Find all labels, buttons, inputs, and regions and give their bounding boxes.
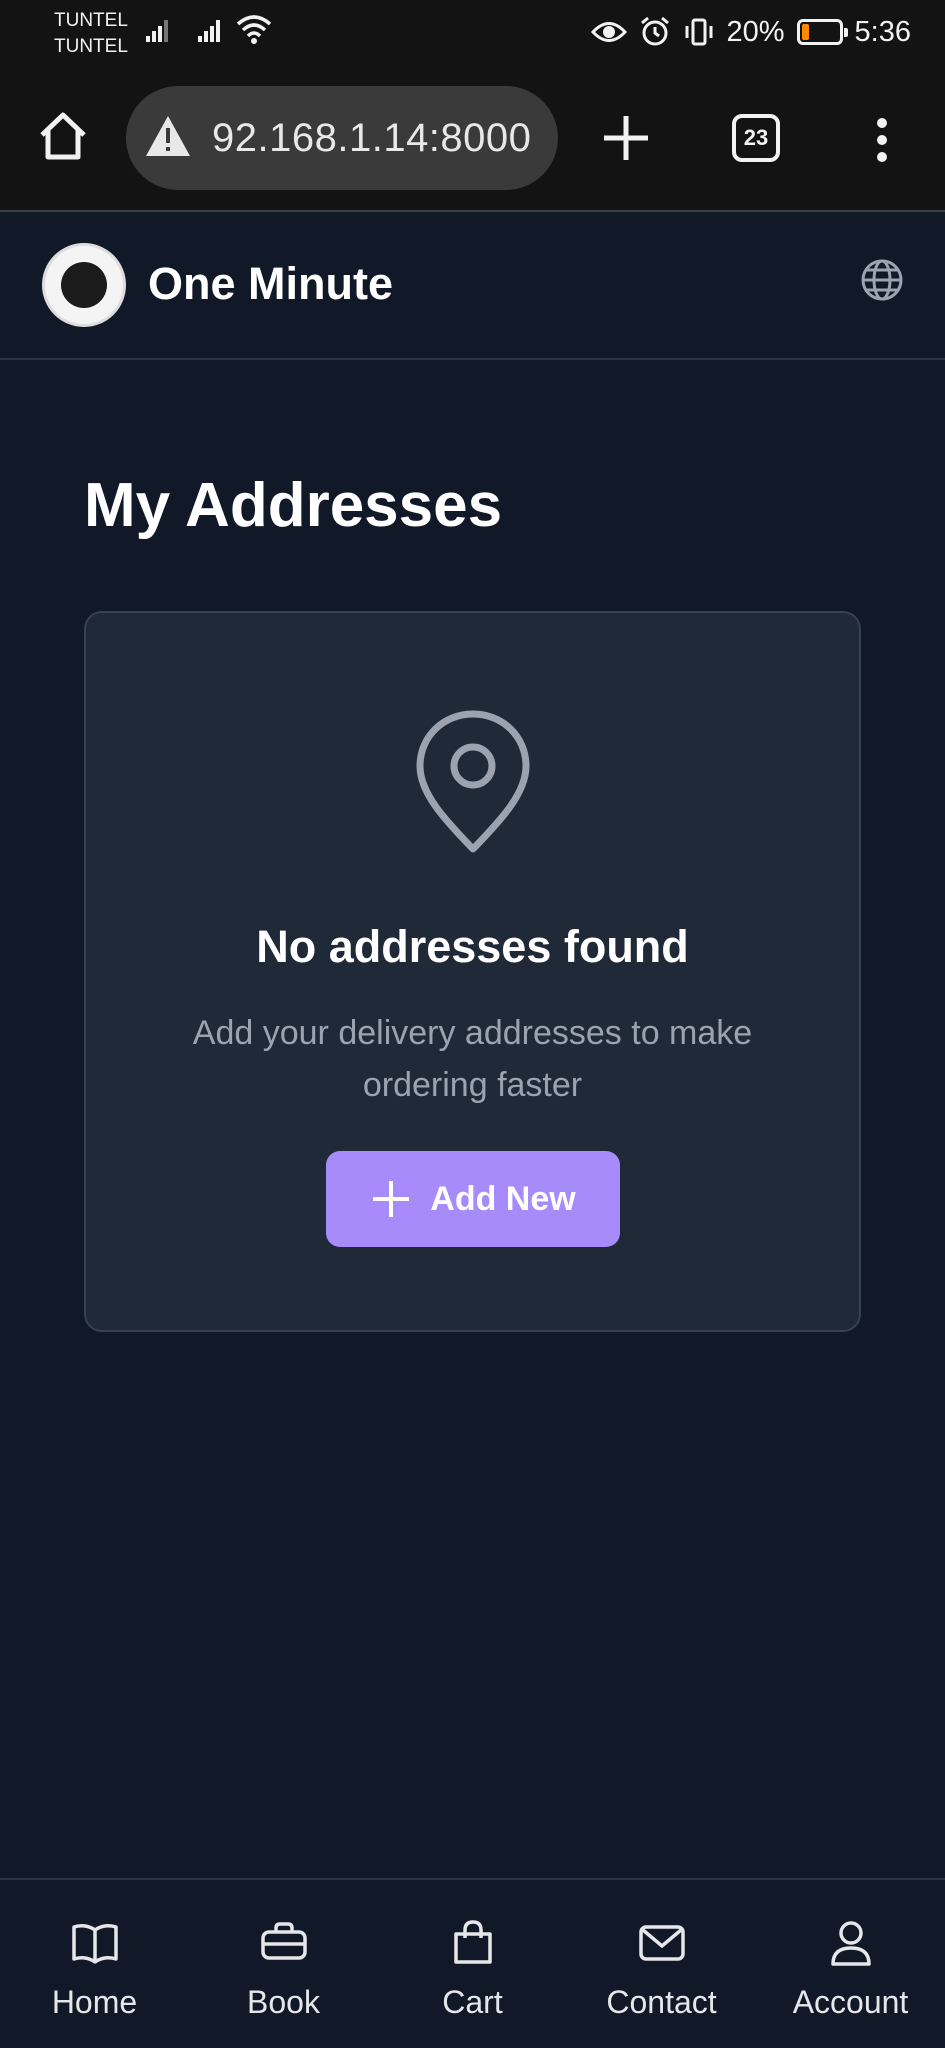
nav-item-account[interactable]: Account bbox=[756, 1880, 945, 2048]
battery-percent: 20% bbox=[726, 15, 785, 48]
nav-label: Contact bbox=[606, 1984, 717, 2020]
carrier-1: TUNTEL bbox=[54, 10, 128, 31]
alarm-icon bbox=[640, 16, 669, 46]
url-text[interactable]: 92.168.1.14:8000 bbox=[212, 116, 531, 161]
book-open-icon bbox=[71, 1924, 118, 1964]
plus-icon bbox=[373, 1181, 410, 1217]
page-title: My Addresses bbox=[84, 471, 503, 540]
more-menu-icon[interactable] bbox=[864, 112, 900, 168]
empty-state-subtitle: Add your delivery addresses to make orde… bbox=[192, 1014, 753, 1104]
nav-item-book[interactable]: Book bbox=[189, 1880, 378, 2048]
new-tab-icon[interactable] bbox=[598, 110, 654, 166]
browser-toolbar: 92.168.1.14:8000 23 bbox=[0, 66, 945, 212]
wifi-icon bbox=[236, 15, 272, 44]
briefcase-icon bbox=[260, 1922, 307, 1960]
globe-icon[interactable] bbox=[858, 256, 906, 304]
brand-logo[interactable] bbox=[42, 243, 126, 327]
nav-label: Book bbox=[247, 1984, 320, 2020]
nav-label: Cart bbox=[442, 1984, 503, 2020]
nav-label: Home bbox=[51, 1984, 138, 2020]
bottom-navigation: Home Book Cart Contact Account bbox=[0, 1878, 945, 2048]
app-header: One Minute bbox=[0, 212, 945, 360]
shopping-bag-icon bbox=[453, 1920, 492, 1964]
eye-icon bbox=[590, 22, 627, 42]
vibrate-icon bbox=[685, 18, 712, 46]
status-right: 20% 5:36 bbox=[590, 12, 911, 52]
user-icon bbox=[830, 1921, 871, 1966]
address-bar[interactable]: 92.168.1.14:8000 bbox=[126, 86, 558, 190]
nav-item-contact[interactable]: Contact bbox=[567, 1880, 756, 2048]
logo-emblem bbox=[61, 262, 107, 308]
nav-label: Account bbox=[792, 1984, 909, 2020]
signal-icon bbox=[198, 20, 220, 42]
empty-state-card: No addresses found Add your delivery add… bbox=[84, 611, 861, 1332]
battery-level bbox=[801, 24, 809, 40]
nav-item-cart[interactable]: Cart bbox=[378, 1880, 567, 2048]
carrier-2: TUNTEL bbox=[54, 36, 128, 57]
brand-name[interactable]: One Minute bbox=[148, 258, 393, 310]
warning-icon[interactable] bbox=[144, 114, 192, 158]
battery-icon bbox=[796, 19, 848, 45]
add-new-label: Add New bbox=[430, 1179, 576, 1218]
add-new-address-button[interactable]: Add New bbox=[326, 1151, 620, 1247]
status-bar: TUNTEL TUNTEL 20% 5:36 bbox=[0, 0, 945, 66]
tab-switcher-button[interactable]: 23 bbox=[732, 114, 780, 162]
clock: 5:36 bbox=[854, 15, 911, 48]
empty-state-title: No addresses found bbox=[256, 921, 689, 972]
carrier-labels: TUNTEL TUNTEL bbox=[54, 8, 128, 60]
map-pin-icon bbox=[416, 710, 530, 853]
mail-icon bbox=[638, 1925, 685, 1961]
signal-icon bbox=[146, 20, 168, 42]
nav-item-home[interactable]: Home bbox=[0, 1880, 189, 2048]
home-icon[interactable] bbox=[36, 109, 90, 163]
